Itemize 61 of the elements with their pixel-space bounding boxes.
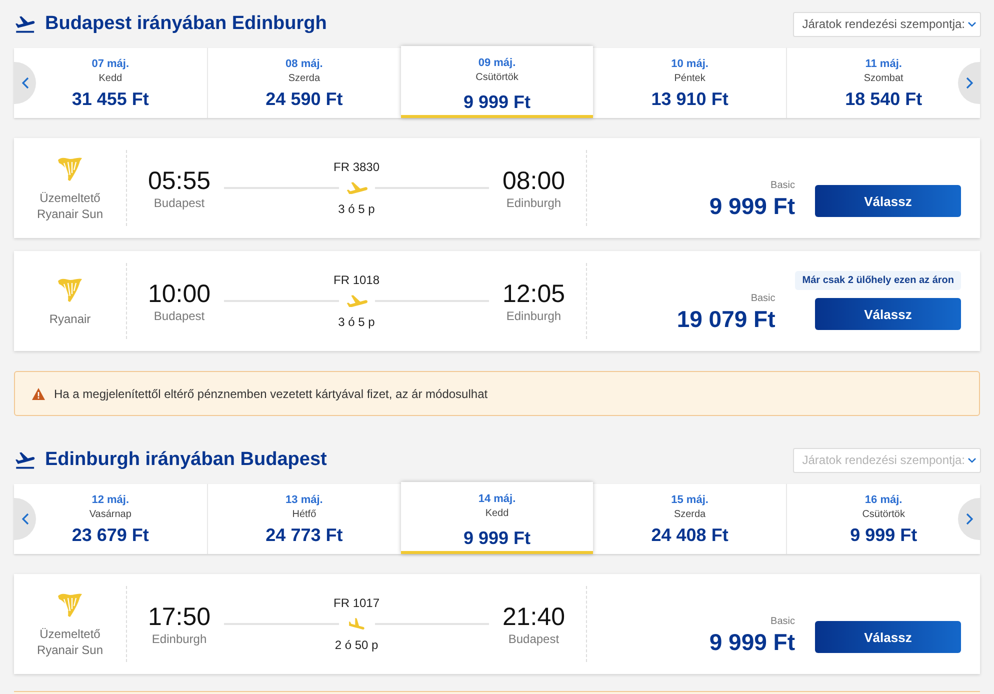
flight-duration: 3 ó 5 p [338,315,375,329]
departure-city: Budapest [154,196,205,210]
date-tab[interactable]: 13 máj. Hétfő 24 773 Ft [206,484,401,554]
chevron-left-icon [22,77,28,89]
warning-icon [32,388,45,400]
chevron-down-icon [968,458,976,462]
section-title: Edinburgh irányában Budapest [45,449,328,471]
notice-text: Ha a megjelenítettől eltérő pénznemben vezetett kártyával fizet, az ár módosulhat [54,386,488,400]
flight-price: 9 999 Ft [709,192,795,220]
flight-number: FR 3830 [333,160,380,174]
chevron-right-icon [966,513,972,525]
operator-label: Üzemeltető [40,626,100,642]
departure-city: Edinburgh [152,632,207,646]
date-tab[interactable]: 08 máj. Szerda 24 590 Ft [206,48,401,118]
plane-takeoff-icon [346,295,368,307]
select-button[interactable]: Válassz [815,185,961,217]
seats-left-badge: Már csak 2 ülőhely ezen az áron [795,271,961,290]
departure-time: 10:00 [148,280,211,308]
sort-dropdown[interactable]: Járatok rendezési szempontja: [793,12,981,36]
date-tab[interactable]: 07 máj. Kedd 31 455 Ft [14,48,207,118]
airline-name: Ryanair Sun [36,642,104,658]
harp-logo-icon [57,154,83,182]
date-tab[interactable]: 09 máj. Csütörtök 9 999 Ft [400,46,594,118]
departure-time: 05:55 [148,166,211,194]
departure-city: Budapest [154,308,205,322]
fare-label: Basic [770,616,795,628]
harp-logo-icon [57,276,83,302]
arrival-city: Budapest [508,632,560,646]
select-button[interactable]: Válassz [815,621,961,653]
flight-number: FR 1018 [333,273,380,287]
date-tab[interactable]: 12 máj. Vasárnap 23 679 Ft [14,484,207,554]
arrival-time: 12:05 [502,280,565,308]
arrival-city: Edinburgh [506,196,562,210]
chevron-left-icon [22,513,28,525]
flight-price: 19 079 Ft [676,305,776,333]
date-tab[interactable]: 15 máj. Szerda 24 408 Ft [593,484,786,554]
flight-duration: 3 ó 5 p [338,202,375,216]
chevron-down-icon [968,22,976,26]
departure-time: 17:50 [148,602,211,630]
flight-number: FR 1017 [333,596,380,610]
airline-name: Ryanair Sun [36,206,104,222]
fare-label: Basic [750,293,776,305]
plane-takeoff-icon [346,182,368,194]
plane-takeoff-icon [15,16,35,32]
fare-label: Basic [770,180,795,192]
select-button[interactable]: Válassz [815,298,961,330]
section-title: Budapest irányában Edinburgh [45,13,328,35]
arrival-city: Edinburgh [506,308,562,322]
arrival-time: 08:00 [502,166,565,194]
airline-name: Ryanair [49,310,91,326]
date-tab[interactable]: 14 máj. Kedd 9 999 Ft [400,482,594,554]
plane-takeoff-icon [15,452,35,468]
date-tab[interactable]: 10 máj. Péntek 13 910 Ft [593,48,786,118]
date-tab[interactable]: 11 máj. Szombat 18 540 Ft [786,48,980,118]
flight-duration: 2 ó 50 p [334,638,378,652]
operator-label: Üzemeltető [40,190,100,206]
chevron-right-icon [966,77,972,89]
date-tab[interactable]: 16 máj. Csütörtök 9 999 Ft [786,484,980,554]
harp-logo-icon [57,590,83,618]
arrival-time: 21:40 [502,602,565,630]
flight-price: 9 999 Ft [709,628,795,656]
